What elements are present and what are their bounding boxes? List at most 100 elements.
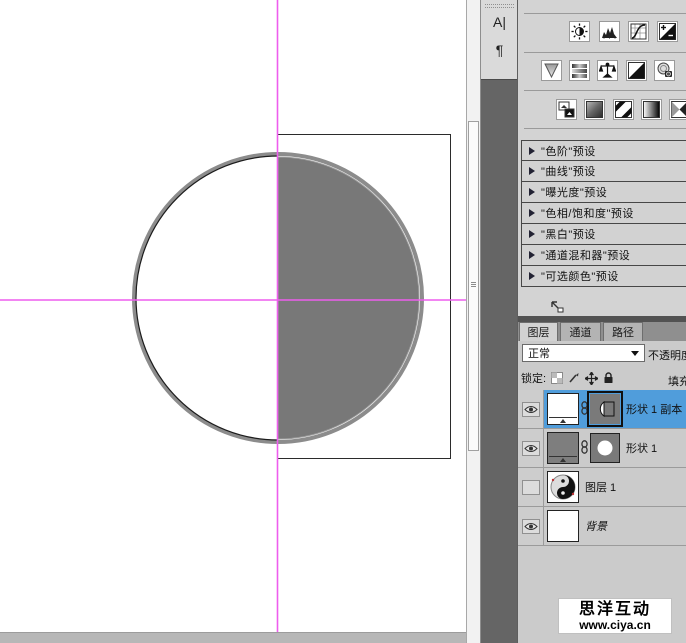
layer-row-shape1[interactable]: 形状 1 [518,429,686,468]
lock-all-icon[interactable] [603,372,614,384]
gradient-map-icon[interactable] [641,99,662,120]
expand-triangle-icon[interactable] [529,167,535,175]
preset-label: "曝光度"预设 [541,184,607,200]
lock-row: 锁定: 填充: [518,366,686,390]
expand-triangle-icon[interactable] [529,209,535,217]
eye-cell [518,390,544,428]
preset-label: "色阶"预设 [541,143,596,159]
eye-cell [518,468,544,506]
tab-label: 图层 [528,324,550,340]
eye-icon [524,522,538,531]
hue-saturation-icon[interactable] [569,60,590,81]
switch-panel-view-icon[interactable] [550,300,564,313]
layer-row-background[interactable]: 背景 [518,507,686,546]
divider [524,128,686,129]
layer-row-layer1[interactable]: 图层 1 [518,468,686,507]
document-canvas[interactable] [0,0,466,632]
visibility-toggle[interactable] [522,441,540,456]
preset-row-black-white[interactable]: "黑白"预设 [521,224,686,245]
invert-icon[interactable] [584,99,605,120]
preset-row-exposure[interactable]: "曝光度"预设 [521,182,686,203]
eye-cell [518,429,544,467]
vertical-scrollbar-thumb[interactable] [468,121,479,451]
eye-icon [524,444,538,453]
collapsed-panel-dock: A| ¶ [481,0,518,80]
tab-layers[interactable]: 图层 [519,322,558,341]
brightness-contrast-icon[interactable] [569,21,590,42]
layer-name[interactable]: 背景 [585,518,607,534]
eye-icon [524,405,538,414]
preset-row-channel-mixer[interactable]: "通道混和器"预设 [521,245,686,266]
vector-mask-thumbnail[interactable] [590,433,620,463]
horizontal-scrollbar[interactable] [0,632,466,643]
eye-cell [518,507,544,545]
vertical-scrollbar-track[interactable] [466,0,480,643]
expand-triangle-icon[interactable] [529,147,535,155]
chevron-down-icon [631,351,639,356]
selective-color-icon[interactable] [669,99,686,120]
circle-path-left [136,156,278,440]
tab-label: 路径 [612,324,634,340]
right-panel-group: "色阶"预设 "曲线"预设 "曝光度"预设 "色相/饱和度"预设 "黑白"预设 … [517,0,686,643]
panel-dock-strip: A| ¶ [480,0,517,643]
tab-channels[interactable]: 通道 [560,322,601,341]
expand-triangle-icon[interactable] [529,230,535,238]
expand-triangle-icon[interactable] [529,251,535,259]
visibility-toggle[interactable] [522,519,540,534]
color-balance-icon[interactable] [597,60,618,81]
layer-thumbnail-fill-white[interactable] [547,393,579,425]
preset-row-levels[interactable]: "色阶"预设 [521,140,686,161]
mask-link-icon[interactable] [581,440,588,457]
layer-thumbnail-white[interactable] [547,510,579,542]
layers-list: 形状 1 副本 形状 1 [518,390,686,546]
visibility-toggle[interactable] [522,480,540,495]
photo-filter-icon[interactable] [654,60,675,81]
divider [524,90,686,91]
preset-label: "色相/饱和度"预设 [541,205,634,221]
preset-row-curves[interactable]: "曲线"预设 [521,161,686,182]
channel-mixer-icon[interactable] [556,99,577,120]
tab-paths[interactable]: 路径 [603,322,643,341]
watermark-url: www.ciya.cn [559,619,671,632]
layer-thumbnail-image[interactable] [547,471,579,503]
fill-label: 填充: [668,373,686,389]
blend-mode-select[interactable]: 正常 [522,344,645,362]
preset-label: "曲线"预设 [541,163,596,179]
lock-position-icon[interactable] [585,372,598,385]
layer-name[interactable]: 图层 1 [585,479,616,495]
preset-label: "可选颜色"预设 [541,268,619,284]
vibrance-icon[interactable] [541,60,562,81]
preset-row-hue-saturation[interactable]: "色相/饱和度"预设 [521,203,686,224]
circle-fill-right-half [278,157,419,439]
exposure-icon[interactable] [657,21,678,42]
lock-pixels-icon[interactable] [568,372,580,384]
posterize-icon[interactable] [613,99,634,120]
black-white-icon[interactable] [626,60,647,81]
layers-panel-tab-bar: 图层 通道 路径 [518,322,686,341]
character-panel-icon[interactable]: A| [481,8,518,36]
blend-mode-value: 正常 [528,345,550,361]
canvas-artwork [0,0,466,632]
expand-triangle-icon[interactable] [529,272,535,280]
paragraph-panel-icon[interactable]: ¶ [481,36,518,64]
divider [524,52,686,53]
curves-icon[interactable] [628,21,649,42]
watermark: 思洋互动 www.ciya.cn [558,598,672,634]
layer-name[interactable]: 形状 1 副本 [626,401,682,417]
preset-label: "通道混和器"预设 [541,247,630,263]
layer-name[interactable]: 形状 1 [626,440,657,456]
layer-thumbnail-fill-gray[interactable] [547,432,579,464]
levels-icon[interactable] [599,21,620,42]
divider [524,13,686,14]
expand-triangle-icon[interactable] [529,188,535,196]
scrollbar-grip-icon [471,282,476,288]
preset-row-selective-color[interactable]: "可选颜色"预设 [521,266,686,287]
visibility-toggle[interactable] [522,402,540,417]
vector-mask-thumbnail[interactable] [590,394,620,424]
layer-row-shape1-copy[interactable]: 形状 1 副本 [518,390,686,429]
mask-link-icon[interactable] [581,401,588,418]
lock-transparency-icon[interactable] [551,372,563,384]
tab-label: 通道 [570,324,592,340]
opacity-label: 不透明度: [648,347,686,363]
preset-label: "黑白"预设 [541,226,596,242]
